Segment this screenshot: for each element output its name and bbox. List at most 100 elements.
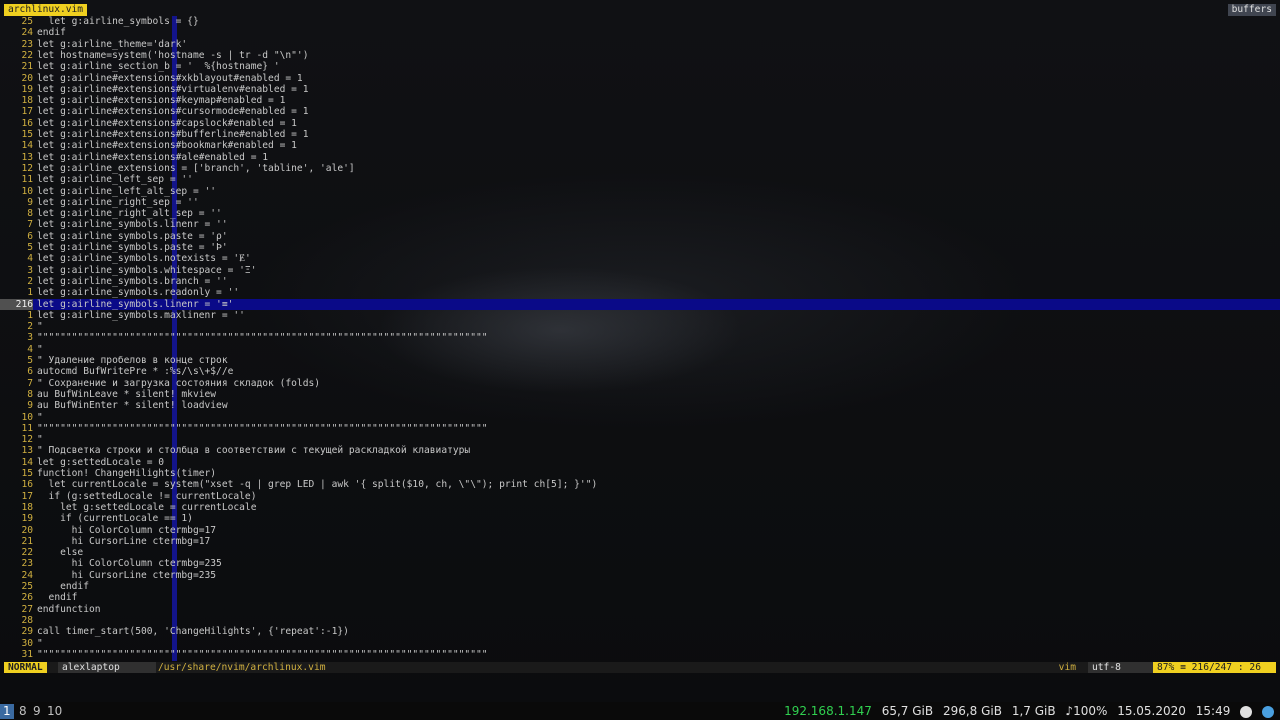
code-line[interactable]: 16 let g:airline#extensions#capslock#enab… [0,118,1280,129]
line-text: let g:airline#extensions#xkblayout#enabl… [37,72,303,84]
code-line[interactable]: 24 hi CursorLine ctermbg=235 [0,570,1280,581]
line-number: 10 [21,185,33,197]
buffers-indicator: buffers [1227,4,1276,16]
code-line[interactable]: 9 let g:airline_right_sep = '' [0,197,1280,208]
line-number: 4 [27,253,33,265]
code-line[interactable]: 22 let hostname=system('hostname -s | tr … [0,50,1280,61]
line-number: 5 [27,355,33,366]
code-line[interactable]: 12 " [0,434,1280,445]
code-line[interactable]: 11 """"""""""""""""""""""""""""""""""""""… [0,423,1280,434]
code-line[interactable]: 16 let currentLocale = system("xset -q |… [0,479,1280,490]
line-number: 14 [21,140,33,152]
code-line[interactable]: 24 endif [0,27,1280,38]
code-line[interactable]: 6 let g:airline_symbols.paste = 'ρ' [0,231,1280,242]
line-number: 7 [27,219,33,231]
code-line[interactable]: 27 endfunction [0,604,1280,615]
line-text: let g:airline_symbols.linenr = '≡' [37,298,234,310]
line-number: 7 [27,377,33,389]
line-number: 13 [21,445,33,457]
code-line[interactable]: 23 let g:airline_theme='dark' [0,39,1280,50]
line-text: au BufWinLeave * silent! mkview [37,388,217,400]
code-line[interactable]: 10 let g:airline_left_alt_sep = '' [0,186,1280,197]
code-line[interactable]: 4 let g:airline_symbols.notexists = 'Ɇ' [0,253,1280,264]
line-text: function! ChangeHilights(timer) [37,468,217,479]
line-number: 22 [21,547,33,559]
code-line[interactable]: 25 let g:airline_symbols = {} [0,16,1280,27]
line-text: let g:settedLocale = currentLocale [37,501,257,513]
vim-command-line[interactable] [4,674,1276,700]
line-text: let g:airline_symbols = {} [37,16,199,27]
code-line[interactable]: 31 """"""""""""""""""""""""""""""""""""""… [0,649,1280,660]
line-text: if (g:settedLocale != currentLocale) [37,490,257,502]
line-text: hi ColorColumn ctermbg=235 [37,558,222,570]
code-line[interactable]: 18 let g:settedLocale = currentLocale [0,502,1280,513]
code-line[interactable]: 19 if (currentLocale == 1) [0,513,1280,524]
code-line[interactable]: 15 let g:airline#extensions#bufferline#en… [0,129,1280,140]
code-line[interactable]: 13 " Подсветка строки и столбца в соответ… [0,445,1280,456]
line-number: 9 [27,400,33,412]
code-line[interactable]: 26 endif [0,592,1280,603]
code-line[interactable]: 1 let g:airline_symbols.readonly = '' [0,287,1280,298]
line-text: let hostname=system('hostname -s | tr -d… [37,49,309,61]
code-line[interactable]: 29 call timer_start(500, 'ChangeHilights'… [0,626,1280,637]
code-line[interactable]: 2 " [0,321,1280,332]
line-text: endif [37,27,66,39]
memory-usage: 1,7 GiB [1011,704,1056,718]
code-line[interactable]: 9 au BufWinEnter * silent! loadview [0,400,1280,411]
code-line[interactable]: 30 " [0,638,1280,649]
code-line[interactable]: 20 hi ColorColumn ctermbg=17 [0,525,1280,536]
code-line[interactable]: 25 endif [0,581,1280,592]
code-line[interactable]: 20 let g:airline#extensions#xkblayout#ena… [0,73,1280,84]
code-line[interactable]: 12 let g:airline_extensions = ['branch', … [0,163,1280,174]
line-number: 19 [21,83,33,95]
code-line[interactable]: 10 " [0,412,1280,423]
line-text: let g:airline_right_sep = '' [37,196,199,208]
code-line[interactable]: 6 autocmd BufWritePre * :%s/\s\+$//e [0,366,1280,377]
tab-archlinux-vim[interactable]: archlinux.vim [4,4,88,16]
line-number: 11 [21,422,33,434]
code-line[interactable]: 17 if (g:settedLocale != currentLocale) [0,491,1280,502]
code-line[interactable]: 11 let g:airline_left_sep = '' [0,174,1280,185]
code-line[interactable]: 3 let g:airline_symbols.whitespace = 'Ξ' [0,265,1280,276]
code-line[interactable]: 14 let g:airline#extensions#bookmark#enab… [0,140,1280,151]
line-text: " Сохранение и загрузка состояния складо… [37,377,321,389]
code-line[interactable]: 5 " Удаление пробелов в конце строк [0,355,1280,366]
code-line[interactable]: 4 " [0,344,1280,355]
i3-status-bar: 1 8 9 10 192.168.1.147 65,7 GiB 296,8 Gi… [0,702,1280,720]
vim-tabline: archlinux.vim buffers [0,4,1280,16]
line-number: 18 [21,95,33,107]
workspace-1[interactable]: 1 [0,704,14,719]
line-text: else [37,547,84,559]
system-tray-icon[interactable] [1240,705,1253,718]
vim-editor-buffer[interactable]: 25 let g:airline_symbols = {} 24 endif 23 le… [0,16,1280,661]
code-line[interactable]: 3 """""""""""""""""""""""""""""""""""""""… [0,332,1280,343]
workspace-9[interactable]: 9 [30,704,44,719]
code-line[interactable]: 5 let g:airline_symbols.paste = 'Þ' [0,242,1280,253]
code-line[interactable]: 22 else [0,547,1280,558]
code-line[interactable]: 13 let g:airline#extensions#ale#enabled =… [0,152,1280,163]
code-line[interactable]: 21 let g:airline_section_b = ' %{hostname… [0,61,1280,72]
code-line[interactable]: 8 au BufWinLeave * silent! mkview [0,389,1280,400]
workspace-8[interactable]: 8 [16,704,30,719]
telegram-icon[interactable] [1262,705,1274,718]
code-line[interactable]: 19 let g:airline#extensions#virtualenv#en… [0,84,1280,95]
code-line[interactable]: 18 let g:airline#extensions#keymap#enable… [0,95,1280,106]
code-line[interactable]: 1 let g:airline_symbols.maxlinenr = '' [0,310,1280,321]
code-line[interactable]: 8 let g:airline_right_alt_sep = '' [0,208,1280,219]
code-line[interactable]: 21 hi CursorLine ctermbg=17 [0,536,1280,547]
code-line[interactable]: 2 let g:airline_symbols.branch = '' [0,276,1280,287]
code-line[interactable]: 28 [0,615,1280,626]
workspace-10[interactable]: 10 [44,704,65,719]
line-text: " [37,343,43,355]
line-number: 21 [21,61,33,73]
code-line[interactable]: 23 hi ColorColumn ctermbg=235 [0,558,1280,569]
code-line[interactable]: 14 let g:settedLocale = 0 [0,457,1280,468]
code-line[interactable]: 7 " Сохранение и загрузка состояния склад… [0,378,1280,389]
code-line[interactable]: 15 function! ChangeHilights(timer) [0,468,1280,479]
code-line[interactable]: 7 let g:airline_symbols.linenr = '' [0,219,1280,230]
code-line[interactable]: 17 let g:airline#extensions#cursormode#en… [0,106,1280,117]
line-text: let g:airline_symbols.notexists = 'Ɇ' [37,253,251,265]
line-text: " Подсветка строки и столбца в соответст… [37,445,471,457]
volume-level[interactable]: ♪100% [1065,704,1107,718]
code-line[interactable]: 216 let g:airline_symbols.linenr = '≡' [0,298,1280,310]
